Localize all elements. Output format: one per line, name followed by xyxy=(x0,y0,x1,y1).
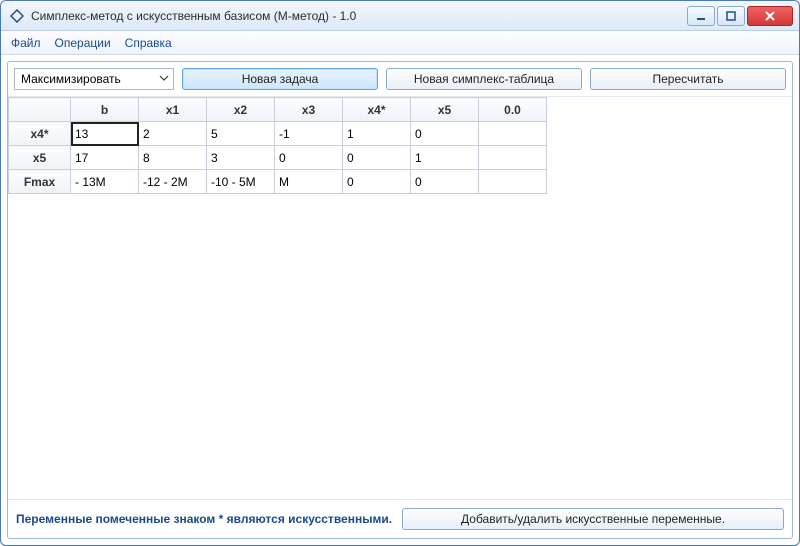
mode-dropdown-value: Максимизировать xyxy=(21,72,121,86)
footer-hint: Переменные помеченные знаком * являются … xyxy=(16,512,392,526)
simplex-table: bx1x2x3x4*x50.0 x4*1325-110x51783001Fmax… xyxy=(8,97,547,194)
table-col-header[interactable]: b xyxy=(71,98,139,122)
table-cell[interactable]: 0 xyxy=(411,122,479,146)
table-cell[interactable]: 5 xyxy=(207,122,275,146)
table-cell[interactable]: 0 xyxy=(411,170,479,194)
table-cell[interactable]: M xyxy=(275,170,343,194)
menubar: Файл Операции Справка xyxy=(1,31,799,55)
table-cell[interactable] xyxy=(479,122,547,146)
table-cell[interactable]: -10 - 5M xyxy=(207,170,275,194)
table-cell[interactable]: 1 xyxy=(411,146,479,170)
table-cell[interactable]: - 13M xyxy=(71,170,139,194)
table-cell[interactable]: 1 xyxy=(343,122,411,146)
close-button[interactable] xyxy=(747,6,793,26)
menu-operations[interactable]: Операции xyxy=(55,36,111,50)
table-body: x4*1325-110x51783001Fmax- 13M-12 - 2M-10… xyxy=(9,122,547,194)
table-col-header[interactable]: x1 xyxy=(139,98,207,122)
client-area: Максимизировать Новая задача Новая симпл… xyxy=(7,61,793,539)
maximize-button[interactable] xyxy=(717,6,745,26)
chevron-down-icon xyxy=(159,72,169,86)
table-row: Fmax- 13M-12 - 2M-10 - 5MM00 xyxy=(9,170,547,194)
recalculate-button[interactable]: Пересчитать xyxy=(590,68,786,90)
table-row-header[interactable]: Fmax xyxy=(9,170,71,194)
mode-dropdown[interactable]: Максимизировать xyxy=(14,68,174,90)
table-col-header[interactable]: x2 xyxy=(207,98,275,122)
table-col-header[interactable]: x4* xyxy=(343,98,411,122)
table-cell[interactable] xyxy=(479,170,547,194)
table-cell[interactable]: 8 xyxy=(139,146,207,170)
menu-help[interactable]: Справка xyxy=(125,36,172,50)
table-cell[interactable]: 13 xyxy=(71,122,139,146)
toolbar: Максимизировать Новая задача Новая симпл… xyxy=(8,62,792,97)
window-buttons xyxy=(687,6,793,26)
new-task-button[interactable]: Новая задача xyxy=(182,68,378,90)
app-icon xyxy=(9,8,25,24)
table-cell[interactable]: 2 xyxy=(139,122,207,146)
table-header-row: bx1x2x3x4*x50.0 xyxy=(9,98,547,122)
table-scroll[interactable]: bx1x2x3x4*x50.0 x4*1325-110x51783001Fmax… xyxy=(8,97,792,499)
manage-artificial-vars-button[interactable]: Добавить/удалить искусственные переменны… xyxy=(402,508,784,530)
table-cell[interactable]: 3 xyxy=(207,146,275,170)
window-title: Симплекс-метод с искусственным базисом (… xyxy=(31,9,687,23)
table-col-header[interactable]: x3 xyxy=(275,98,343,122)
table-col-header[interactable]: 0.0 xyxy=(479,98,547,122)
table-corner xyxy=(9,98,71,122)
footer: Переменные помеченные знаком * являются … xyxy=(8,499,792,538)
table-row-header[interactable]: x4* xyxy=(9,122,71,146)
table-col-header[interactable]: x5 xyxy=(411,98,479,122)
table-row: x51783001 xyxy=(9,146,547,170)
menu-file[interactable]: Файл xyxy=(11,36,41,50)
table-cell[interactable]: -1 xyxy=(275,122,343,146)
table-cell[interactable]: -12 - 2M xyxy=(139,170,207,194)
table-cell[interactable]: 0 xyxy=(343,146,411,170)
app-window: Симплекс-метод с искусственным базисом (… xyxy=(0,0,800,546)
table-row-header[interactable]: x5 xyxy=(9,146,71,170)
table-cell[interactable] xyxy=(479,146,547,170)
table-cell[interactable]: 0 xyxy=(275,146,343,170)
titlebar: Симплекс-метод с искусственным базисом (… xyxy=(1,1,799,31)
table-cell[interactable]: 0 xyxy=(343,170,411,194)
new-simplex-table-button[interactable]: Новая симплекс-таблица xyxy=(386,68,582,90)
minimize-button[interactable] xyxy=(687,6,715,26)
table-cell[interactable]: 17 xyxy=(71,146,139,170)
table-row: x4*1325-110 xyxy=(9,122,547,146)
